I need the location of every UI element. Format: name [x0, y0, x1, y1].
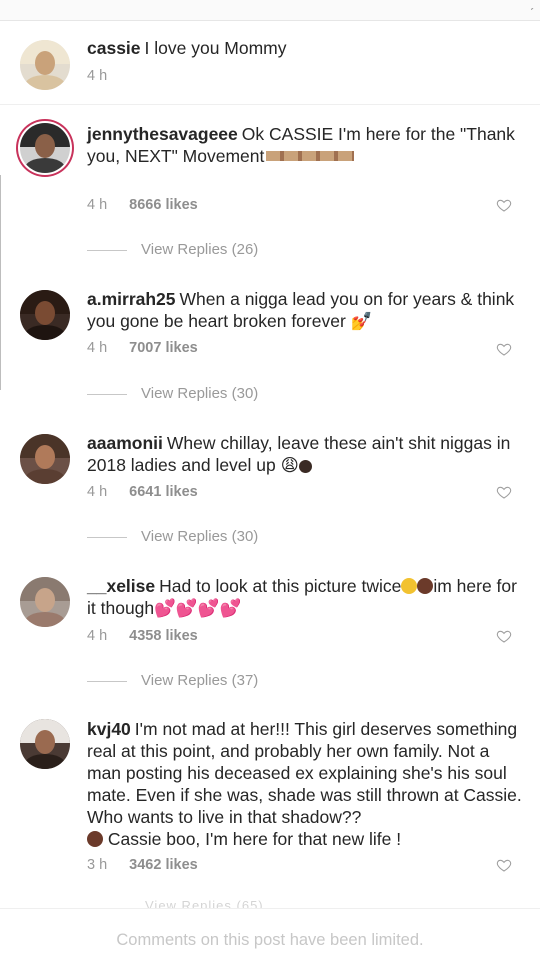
divider	[0, 104, 540, 105]
weary-emoji: 😩	[280, 455, 299, 475]
comment-time: 4 h	[87, 484, 108, 500]
comment-time: 4 h	[87, 68, 108, 84]
replies-label: View Replies (30)	[141, 385, 259, 402]
comment-time: 4 h	[87, 340, 108, 356]
like-count[interactable]: 6641 likes	[129, 484, 198, 500]
like-count[interactable]: 8666 likes	[129, 197, 198, 213]
comment-time: 4 h	[87, 197, 108, 213]
heart-outline-icon[interactable]	[496, 484, 512, 500]
heart-outline-icon[interactable]	[496, 341, 512, 357]
replies-label: View Replies (37)	[141, 672, 259, 689]
fist-emoji	[298, 460, 312, 473]
replies-line	[87, 393, 127, 395]
heart-outline-icon[interactable]	[496, 857, 512, 873]
like-count[interactable]: 7007 likes	[129, 340, 198, 356]
view-replies-button[interactable]: View Replies (30)	[87, 528, 258, 548]
weary-emoji	[401, 578, 418, 594]
comment-text: __xelise Had to look at this picture twic…	[87, 575, 527, 619]
flag-emoji	[266, 151, 355, 161]
replies-label: View Replies (30)	[141, 528, 259, 545]
comment-meta: 4 h	[87, 68, 107, 84]
comment-text: jennythesavageee Ok CASSIE I'm here for t…	[87, 123, 527, 167]
username[interactable]: aaamonii	[87, 433, 163, 453]
comment-meta: 4 h 8666 likes	[87, 197, 198, 213]
username[interactable]: a.mirrah25	[87, 289, 176, 309]
comment-time: 4 h	[87, 628, 108, 644]
like-count[interactable]: 4358 likes	[129, 628, 198, 644]
heart-outline-icon[interactable]	[496, 628, 512, 644]
view-replies-button[interactable]: View Replies (37)	[87, 672, 258, 692]
comment-meta: 4 h 4358 likes	[87, 628, 198, 644]
comment-body-2: Cassie boo, I'm here for that new life !	[107, 829, 402, 849]
replies-line	[87, 249, 127, 251]
nail-emoji: 💅	[350, 311, 373, 331]
comment-body: Had to look at this picture twice	[159, 576, 402, 596]
comment-body: I'm not mad at her!!! This girl deserves…	[87, 719, 522, 827]
comment-text: aaamonii Whew chillay, leave these ain't …	[87, 432, 527, 476]
comment-meta: 4 h 7007 likes	[87, 340, 198, 356]
avatar[interactable]	[20, 577, 70, 627]
avatar[interactable]	[20, 434, 70, 484]
comment-text: kvj40 I'm not mad at her!!! This girl des…	[87, 718, 527, 850]
avatar[interactable]	[20, 40, 70, 90]
avatar[interactable]	[20, 719, 70, 769]
username[interactable]: kvj40	[87, 719, 131, 739]
username[interactable]: __xelise	[87, 576, 155, 596]
person-emoji	[87, 831, 103, 847]
view-replies-button[interactable]: View Replies (30)	[87, 385, 258, 405]
comment-body: I love you Mommy	[144, 38, 287, 58]
comment-text: a.mirrah25 When a nigga lead you on for y…	[87, 288, 527, 332]
scroll-edge	[0, 175, 4, 390]
corner-mark: ˏ	[529, 0, 534, 10]
comment-text: cassie I love you Mommy	[87, 37, 527, 59]
limited-notice: Comments on this post have been limited.	[116, 931, 424, 949]
person-emoji	[417, 578, 434, 594]
replies-label: View Replies (26)	[141, 241, 259, 258]
avatar[interactable]	[20, 290, 70, 340]
comment-time: 3 h	[87, 857, 108, 873]
replies-line	[87, 680, 127, 682]
replies-line	[87, 536, 127, 538]
avatar[interactable]	[20, 123, 70, 173]
like-count[interactable]: 3462 likes	[129, 857, 198, 873]
view-replies-button[interactable]: View Replies (26)	[87, 241, 258, 261]
comment-meta: 3 h 3462 likes	[87, 857, 198, 873]
comment-meta: 4 h 6641 likes	[87, 484, 198, 500]
comments-limited-footer: Comments on this post have been limited.	[0, 908, 540, 961]
top-bar: ˏ	[0, 0, 540, 21]
username[interactable]: cassie	[87, 38, 141, 58]
hearts-emoji: 💕💕💕💕	[154, 598, 242, 618]
username[interactable]: jennythesavageee	[87, 124, 238, 144]
heart-outline-icon[interactable]	[496, 197, 512, 213]
